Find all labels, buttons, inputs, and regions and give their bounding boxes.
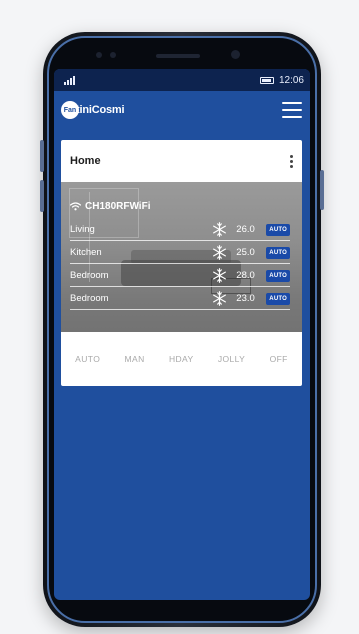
zone-row[interactable]: Bedroom 28.0 AUTO xyxy=(70,265,290,287)
sensor-icon xyxy=(110,52,116,58)
power-button xyxy=(320,170,324,210)
zone-mode-badge: AUTO xyxy=(266,246,290,259)
mode-selector: AUTO MAN HDAY JOLLY OFF xyxy=(61,332,302,386)
mode-jolly-button[interactable]: JOLLY xyxy=(218,354,245,364)
card-title: Home xyxy=(70,155,101,167)
sensor-icon xyxy=(96,52,102,58)
mode-man-button[interactable]: MAN xyxy=(125,354,145,364)
volume-down-button xyxy=(40,180,44,212)
zone-name: Bedroom xyxy=(70,270,109,281)
device-title: CH180RFWiFi xyxy=(70,201,150,212)
logo-text: tiniCosmi xyxy=(76,104,125,116)
device-name: CH180RFWiFi xyxy=(85,201,151,212)
card-header: Home xyxy=(61,140,302,182)
app-bar: Fan tiniCosmi xyxy=(54,91,310,129)
snowflake-icon xyxy=(213,245,227,260)
wifi-icon xyxy=(70,202,81,211)
battery-icon xyxy=(259,76,274,84)
zone-name: Bedroom xyxy=(70,293,109,304)
brand-logo: Fan tiniCosmi xyxy=(61,101,125,119)
signal-icon xyxy=(64,75,75,85)
zone-temperature: 26.0 xyxy=(236,224,255,235)
status-time: 12:06 xyxy=(278,74,304,86)
hamburger-icon[interactable] xyxy=(282,102,302,118)
zone-temperature: 28.0 xyxy=(236,270,255,281)
zone-row[interactable]: Living 26.0 AUTO xyxy=(70,219,290,241)
mode-hday-button[interactable]: HDAY xyxy=(169,354,194,364)
device-panel[interactable]: CH180RFWiFi Living 26.0 AUTO Kitchen 25.… xyxy=(61,182,302,332)
kebab-icon[interactable] xyxy=(287,153,296,170)
zone-temperature: 25.0 xyxy=(236,247,255,258)
app-screen: 12:06 Fan tiniCosmi Home CH180RFWiFi Liv… xyxy=(54,69,310,600)
snowflake-icon xyxy=(213,222,227,237)
volume-up-button xyxy=(40,140,44,172)
front-camera-icon xyxy=(231,50,240,59)
zone-row[interactable]: Bedroom 23.0 AUTO xyxy=(70,288,290,310)
zone-mode-badge: AUTO xyxy=(266,269,290,282)
snowflake-icon xyxy=(213,268,227,283)
zone-mode-badge: AUTO xyxy=(266,292,290,305)
zone-name: Kitchen xyxy=(70,247,102,258)
mode-auto-button[interactable]: AUTO xyxy=(75,354,100,364)
zone-row[interactable]: Kitchen 25.0 AUTO xyxy=(70,242,290,264)
zone-temperature: 23.0 xyxy=(236,293,255,304)
earpiece-speaker xyxy=(156,54,200,58)
mode-off-button[interactable]: OFF xyxy=(270,354,288,364)
snowflake-icon xyxy=(213,291,227,306)
home-card: Home CH180RFWiFi Living 26.0 AUTO Kitche… xyxy=(61,140,302,386)
zone-mode-badge: AUTO xyxy=(266,223,290,236)
zone-name: Living xyxy=(70,224,95,235)
status-bar: 12:06 xyxy=(54,69,310,91)
